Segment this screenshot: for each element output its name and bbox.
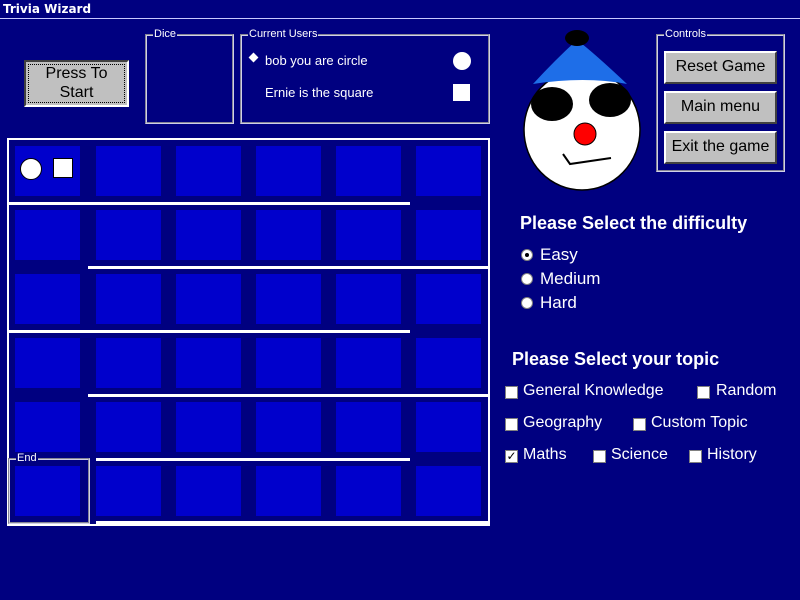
board-square bbox=[416, 146, 481, 196]
difficulty-option-label: Medium bbox=[540, 269, 601, 288]
board-square bbox=[15, 338, 80, 388]
player-circle-token-icon bbox=[20, 158, 42, 180]
board-square bbox=[96, 466, 161, 516]
square-token-icon bbox=[453, 84, 470, 101]
difficulty-option-hard[interactable]: Hard bbox=[521, 293, 641, 315]
board-square bbox=[336, 466, 401, 516]
board-square bbox=[15, 274, 80, 324]
topic-history[interactable]: History bbox=[689, 446, 769, 468]
exit-game-button[interactable]: Exit the game bbox=[664, 131, 777, 164]
checkbox[interactable] bbox=[505, 386, 518, 399]
board-square bbox=[416, 274, 481, 324]
wizard-face-icon bbox=[523, 30, 641, 191]
radio-button[interactable] bbox=[521, 297, 533, 309]
board-square bbox=[15, 402, 80, 452]
difficulty-heading: Please Select the difficulty bbox=[520, 213, 748, 233]
user-label: Ernie is the square bbox=[265, 85, 374, 100]
board-square bbox=[256, 146, 321, 196]
user-label: bob you are circle bbox=[265, 53, 368, 68]
board-square bbox=[256, 210, 321, 260]
topic-label: Geography bbox=[523, 414, 603, 431]
controls-group: Controls Reset Game Main menu Exit the g… bbox=[656, 28, 785, 172]
board-square bbox=[256, 402, 321, 452]
board-path-divider bbox=[9, 330, 410, 333]
board-path-divider bbox=[9, 202, 410, 205]
board-square bbox=[96, 146, 161, 196]
board-square bbox=[256, 466, 321, 516]
checkbox[interactable] bbox=[633, 418, 646, 431]
topic-label: Science bbox=[611, 446, 668, 463]
board-square bbox=[416, 338, 481, 388]
current-users-group: Current Users bob you are circle Ernie i… bbox=[240, 28, 490, 124]
board-square bbox=[15, 466, 80, 516]
topic-geography[interactable]: Geography bbox=[505, 414, 620, 436]
board-square bbox=[256, 274, 321, 324]
controls-legend: Controls bbox=[664, 28, 707, 41]
checkbox-checked[interactable]: ✓ bbox=[505, 450, 518, 463]
board-square bbox=[176, 146, 241, 196]
board-square bbox=[176, 402, 241, 452]
press-to-start-button[interactable]: Press To Start bbox=[24, 60, 129, 107]
topic-label: General Knowledge bbox=[523, 382, 664, 399]
board-square bbox=[416, 466, 481, 516]
board-square bbox=[336, 274, 401, 324]
press-to-start-label-line1: Press To bbox=[45, 65, 108, 82]
board-square bbox=[336, 146, 401, 196]
topic-custom-topic[interactable]: Custom Topic bbox=[633, 414, 758, 436]
board-square bbox=[176, 274, 241, 324]
board-square bbox=[336, 210, 401, 260]
reset-game-button[interactable]: Reset Game bbox=[664, 51, 777, 84]
board-square bbox=[256, 338, 321, 388]
checkbox[interactable] bbox=[593, 450, 606, 463]
user-row-ernie[interactable]: Ernie is the square bbox=[248, 84, 473, 102]
board-square bbox=[96, 210, 161, 260]
board-square bbox=[96, 338, 161, 388]
radio-button[interactable] bbox=[521, 273, 533, 285]
board-square bbox=[416, 402, 481, 452]
radio-button[interactable] bbox=[521, 249, 533, 261]
current-users-legend: Current Users bbox=[248, 28, 319, 41]
board-square bbox=[176, 210, 241, 260]
board-path-divider bbox=[88, 394, 488, 397]
topic-maths[interactable]: ✓ Maths bbox=[505, 446, 580, 468]
board-square bbox=[416, 210, 481, 260]
press-to-start-label-line2: Start bbox=[59, 84, 94, 101]
difficulty-option-medium[interactable]: Medium bbox=[521, 269, 641, 291]
player-square-token-icon bbox=[53, 158, 73, 178]
difficulty-option-label: Easy bbox=[540, 245, 578, 264]
topic-random[interactable]: Random bbox=[697, 382, 787, 404]
board-square bbox=[96, 274, 161, 324]
topic-label: Maths bbox=[523, 446, 567, 463]
checkbox[interactable] bbox=[697, 386, 710, 399]
board-path-divider bbox=[96, 521, 488, 524]
difficulty-option-label: Hard bbox=[540, 293, 577, 312]
selected-user-diamond-icon bbox=[248, 52, 259, 63]
checkbox[interactable] bbox=[689, 450, 702, 463]
window-title: Trivia Wizard bbox=[0, 0, 800, 19]
topic-label: Custom Topic bbox=[651, 414, 748, 431]
board-square bbox=[336, 338, 401, 388]
board-square bbox=[15, 210, 80, 260]
dice-legend: Dice bbox=[153, 28, 178, 41]
board-path-divider bbox=[88, 266, 488, 269]
board-path-divider bbox=[96, 458, 410, 461]
user-row-bob[interactable]: bob you are circle bbox=[248, 52, 473, 70]
topic-science[interactable]: Science bbox=[593, 446, 673, 468]
topic-label: History bbox=[707, 446, 757, 463]
end-legend: End bbox=[16, 452, 38, 465]
circle-token-icon bbox=[453, 52, 471, 70]
board-square bbox=[176, 338, 241, 388]
board-square bbox=[96, 402, 161, 452]
checkbox[interactable] bbox=[505, 418, 518, 431]
dice-group: Dice bbox=[145, 28, 234, 124]
board-square bbox=[336, 402, 401, 452]
topic-label: Random bbox=[716, 382, 777, 399]
topic-general-knowledge[interactable]: General Knowledge bbox=[505, 382, 680, 404]
topic-heading: Please Select your topic bbox=[512, 349, 720, 369]
difficulty-option-easy[interactable]: Easy bbox=[521, 245, 641, 267]
main-menu-button[interactable]: Main menu bbox=[664, 91, 777, 124]
board-square bbox=[176, 466, 241, 516]
